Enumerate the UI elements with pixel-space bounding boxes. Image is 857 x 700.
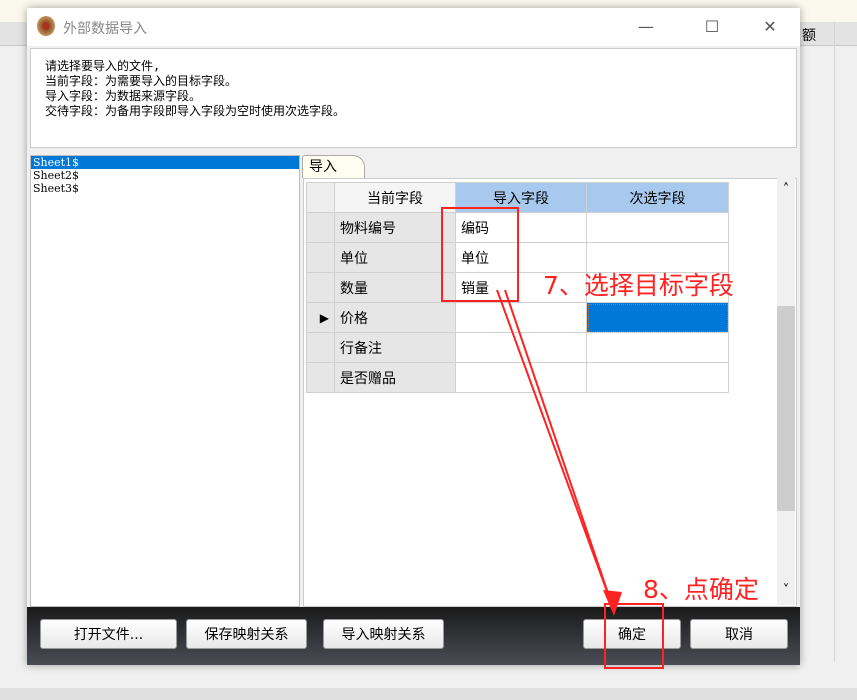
annotation-arrow-icon (496, 289, 622, 616)
